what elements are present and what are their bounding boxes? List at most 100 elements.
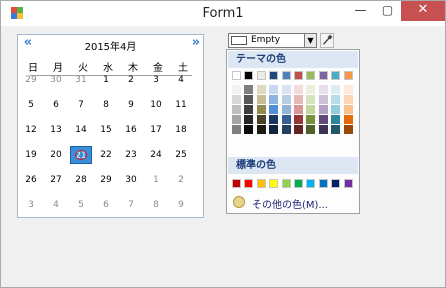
- theme-shade-swatch[interactable]: [281, 95, 291, 104]
- theme-shade-swatch[interactable]: [232, 95, 241, 104]
- theme-shade-swatch[interactable]: [281, 115, 291, 124]
- calendar-day[interactable]: 16: [120, 121, 142, 139]
- calendar-day[interactable]: 12: [20, 121, 42, 139]
- theme-shade-swatch[interactable]: [256, 85, 266, 94]
- maximize-button[interactable]: ▢: [374, 1, 401, 21]
- theme-shade-swatch[interactable]: [331, 95, 341, 104]
- calendar-day[interactable]: 4: [45, 196, 67, 214]
- theme-shade-swatch[interactable]: [269, 115, 279, 124]
- calendar-day[interactable]: 6: [45, 96, 67, 114]
- calendar-day[interactable]: 3: [145, 71, 167, 89]
- theme-color-swatch[interactable]: [256, 71, 266, 80]
- theme-shade-swatch[interactable]: [256, 95, 266, 104]
- calendar-day[interactable]: 22: [95, 146, 117, 164]
- theme-color-swatch[interactable]: [343, 71, 353, 80]
- theme-shade-swatch[interactable]: [318, 85, 328, 94]
- title-bar[interactable]: Form1 — ▢ ✕: [1, 1, 445, 26]
- theme-color-swatch[interactable]: [281, 71, 291, 80]
- theme-shade-swatch[interactable]: [269, 125, 279, 134]
- theme-color-swatch[interactable]: [331, 71, 341, 80]
- standard-color-swatch[interactable]: [294, 179, 303, 188]
- calendar-day[interactable]: 3: [20, 196, 42, 214]
- theme-shade-swatch[interactable]: [318, 105, 328, 114]
- theme-shade-swatch[interactable]: [331, 115, 341, 124]
- calendar-day[interactable]: 28: [70, 171, 92, 189]
- calendar-day[interactable]: 9: [120, 96, 142, 114]
- minimize-button[interactable]: —: [347, 1, 374, 21]
- theme-shade-swatch[interactable]: [244, 125, 254, 134]
- theme-shade-swatch[interactable]: [232, 105, 241, 114]
- theme-color-swatch[interactable]: [232, 71, 241, 80]
- calendar-day[interactable]: 11: [170, 96, 192, 114]
- theme-shade-swatch[interactable]: [232, 125, 241, 134]
- calendar-day[interactable]: 29: [20, 71, 42, 89]
- eyedropper-icon[interactable]: [320, 33, 334, 48]
- theme-shade-swatch[interactable]: [294, 85, 303, 94]
- standard-color-swatch[interactable]: [331, 179, 341, 188]
- calendar-day[interactable]: 9: [170, 196, 192, 214]
- theme-shade-swatch[interactable]: [306, 115, 316, 124]
- calendar-day[interactable]: 5: [20, 96, 42, 114]
- calendar-day[interactable]: 7: [120, 196, 142, 214]
- calendar-day[interactable]: 10: [145, 96, 167, 114]
- calendar-day[interactable]: 20: [45, 146, 67, 164]
- calendar-day[interactable]: 8: [95, 96, 117, 114]
- theme-shade-swatch[interactable]: [343, 105, 353, 114]
- more-colors-item[interactable]: その他の色(M)...: [228, 193, 358, 212]
- theme-shade-swatch[interactable]: [343, 85, 353, 94]
- theme-shade-swatch[interactable]: [244, 105, 254, 114]
- previous-month-button[interactable]: «: [20, 35, 36, 53]
- standard-color-swatch[interactable]: [244, 179, 254, 188]
- calendar-day[interactable]: 13: [45, 121, 67, 139]
- theme-shade-swatch[interactable]: [269, 105, 279, 114]
- standard-color-swatch[interactable]: [269, 179, 279, 188]
- next-month-button[interactable]: »: [188, 35, 204, 53]
- theme-shade-swatch[interactable]: [244, 95, 254, 104]
- theme-shade-swatch[interactable]: [256, 125, 266, 134]
- theme-shade-swatch[interactable]: [318, 115, 328, 124]
- close-button[interactable]: ✕: [401, 1, 445, 21]
- theme-shade-swatch[interactable]: [331, 85, 341, 94]
- theme-color-swatch[interactable]: [306, 71, 316, 80]
- theme-shade-swatch[interactable]: [318, 95, 328, 104]
- standard-color-swatch[interactable]: [318, 179, 328, 188]
- theme-shade-swatch[interactable]: [256, 115, 266, 124]
- calendar-day[interactable]: 6: [95, 196, 117, 214]
- calendar-day[interactable]: 31: [70, 71, 92, 89]
- theme-shade-swatch[interactable]: [232, 85, 241, 94]
- theme-shade-swatch[interactable]: [294, 105, 303, 114]
- calendar-day[interactable]: 7: [70, 96, 92, 114]
- theme-shade-swatch[interactable]: [256, 105, 266, 114]
- standard-color-swatch[interactable]: [232, 179, 241, 188]
- theme-shade-swatch[interactable]: [232, 115, 241, 124]
- standard-color-swatch[interactable]: [281, 179, 291, 188]
- theme-shade-swatch[interactable]: [281, 85, 291, 94]
- calendar-day[interactable]: 2: [120, 71, 142, 89]
- standard-color-swatch[interactable]: [306, 179, 316, 188]
- theme-shade-swatch[interactable]: [281, 105, 291, 114]
- theme-shade-swatch[interactable]: [343, 125, 353, 134]
- theme-shade-swatch[interactable]: [343, 95, 353, 104]
- theme-color-swatch[interactable]: [269, 71, 279, 80]
- theme-shade-swatch[interactable]: [269, 95, 279, 104]
- calendar-day[interactable]: 25: [170, 146, 192, 164]
- color-dropdown-button[interactable]: ▼: [304, 33, 317, 48]
- calendar-day[interactable]: 17: [145, 121, 167, 139]
- theme-shade-swatch[interactable]: [294, 125, 303, 134]
- theme-shade-swatch[interactable]: [318, 125, 328, 134]
- calendar-day[interactable]: 4: [170, 71, 192, 89]
- calendar-month-label[interactable]: 2015年4月: [38, 38, 183, 53]
- theme-shade-swatch[interactable]: [281, 125, 291, 134]
- calendar-day[interactable]: 27: [45, 171, 67, 189]
- calendar-day[interactable]: 1: [95, 71, 117, 89]
- calendar-day[interactable]: 8: [145, 196, 167, 214]
- theme-shade-swatch[interactable]: [331, 105, 341, 114]
- calendar-day[interactable]: 5: [70, 196, 92, 214]
- calendar-day[interactable]: 23: [120, 146, 142, 164]
- calendar-day[interactable]: 24: [145, 146, 167, 164]
- standard-color-swatch[interactable]: [256, 179, 266, 188]
- calendar-day[interactable]: 26: [20, 171, 42, 189]
- theme-shade-swatch[interactable]: [294, 115, 303, 124]
- calendar-day[interactable]: 19: [20, 146, 42, 164]
- theme-shade-swatch[interactable]: [306, 95, 316, 104]
